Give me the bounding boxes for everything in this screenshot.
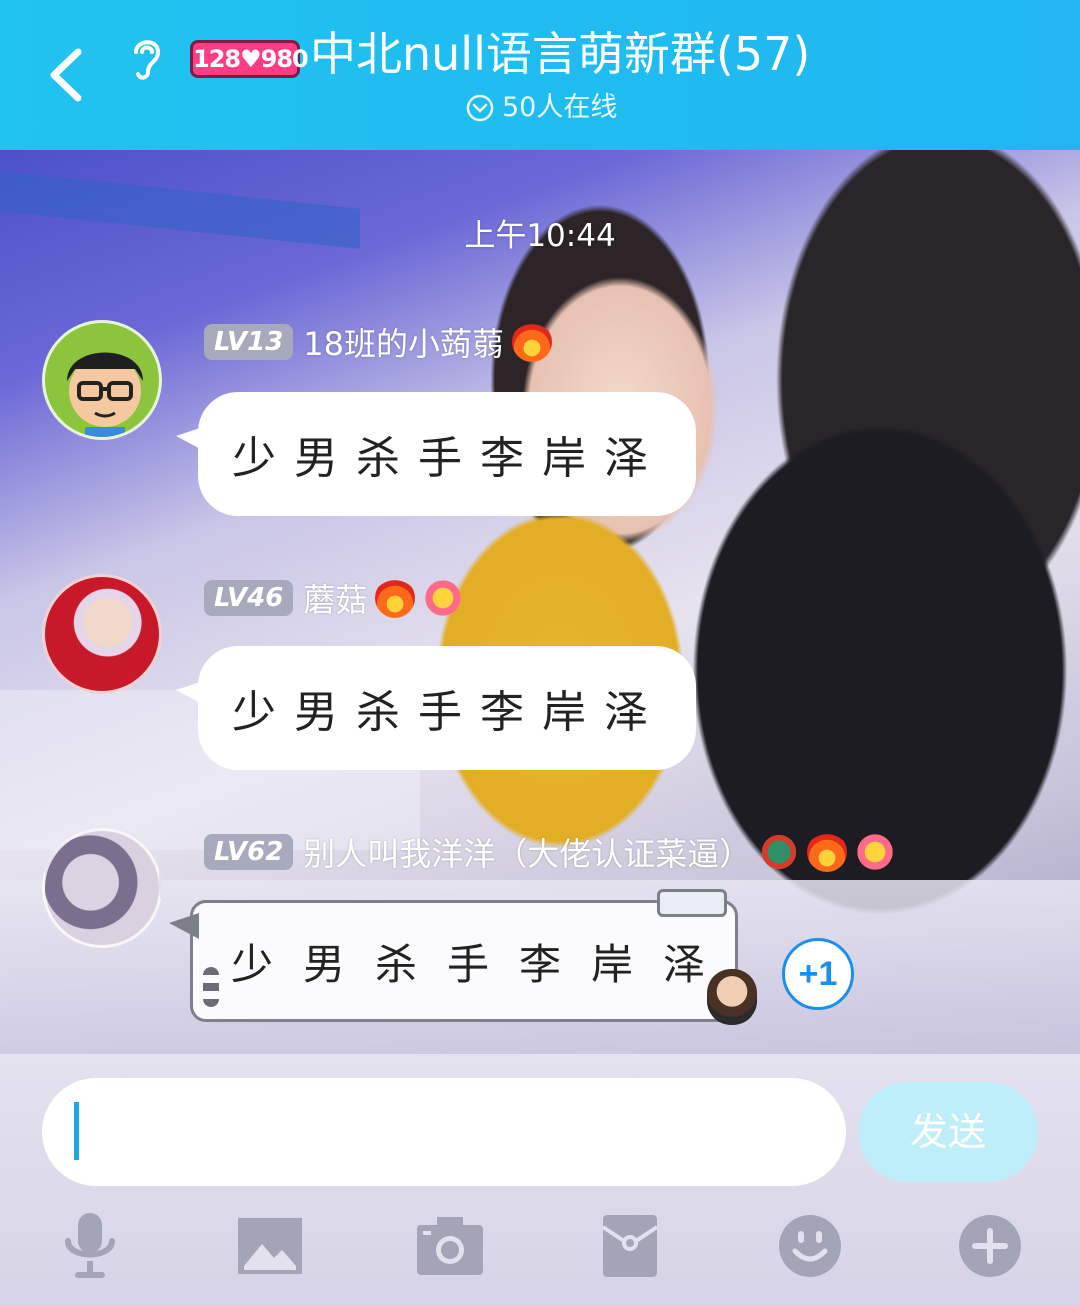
message-timestamp: 上午10:44 — [464, 218, 616, 254]
chat-message-list[interactable]: 上午10:44 LV13 18班的小蒟蒻 少男杀手李岸泽 LV46 蘑菇 少男杀… — [0, 150, 1080, 1054]
message-meta: LV46 蘑菇 — [204, 575, 464, 621]
sender-name[interactable]: 18班的小蒟蒻 — [303, 319, 504, 365]
microphone-icon — [65, 1213, 115, 1278]
emoji-icon — [779, 1215, 841, 1277]
fire-icon — [807, 832, 848, 872]
bubble-decoration — [657, 889, 727, 917]
camera-button[interactable] — [414, 1210, 486, 1282]
message-meta: LV13 18班的小蒟蒻 — [204, 319, 553, 365]
online-status[interactable]: 50人在线 — [466, 88, 617, 128]
ear-icon — [134, 40, 161, 80]
dragon-icon — [759, 832, 800, 872]
plus-icon — [959, 1215, 1021, 1277]
red-packet-button[interactable] — [594, 1210, 666, 1282]
plus-one-button[interactable]: +1 — [782, 938, 854, 1010]
message-bubble-themed[interactable]: 少男杀手李岸泽 — [169, 889, 757, 1025]
back-button[interactable] — [40, 42, 96, 108]
message-bubble[interactable]: 少男杀手李岸泽 — [176, 392, 696, 516]
camera-icon — [417, 1217, 483, 1275]
send-button[interactable]: 发送 — [858, 1082, 1038, 1182]
red-packet-icon — [601, 1215, 659, 1277]
cartoon-boy-avatar-icon — [67, 352, 143, 437]
level-badge: LV62 — [204, 834, 294, 870]
online-count-text: 50人在线 — [502, 92, 618, 123]
avatar[interactable] — [42, 320, 162, 440]
image-button[interactable] — [234, 1210, 306, 1282]
message-text: 少男杀手李岸泽 — [231, 939, 736, 989]
laughing-flower-icon — [855, 832, 896, 872]
voice-button[interactable] — [54, 1210, 126, 1282]
chevron-down-circle-icon — [466, 94, 494, 122]
message-input[interactable] — [42, 1078, 846, 1186]
emoji-button[interactable] — [774, 1210, 846, 1282]
sender-name[interactable]: 蘑菇 — [303, 575, 367, 621]
message-bubble[interactable]: 少男杀手李岸泽 — [176, 646, 696, 770]
bubble-character-icon — [707, 969, 757, 1025]
avatar[interactable] — [42, 574, 162, 694]
image-icon — [238, 1218, 302, 1274]
group-title[interactable]: 中北null语言萌新群(57) — [310, 22, 810, 86]
input-bar: 发送 — [0, 1054, 1080, 1306]
level-badge: LV13 — [204, 324, 294, 360]
bubble-decoration — [203, 967, 219, 1007]
fire-icon — [375, 578, 416, 618]
level-badge: LV46 — [204, 580, 294, 616]
message-meta: LV62 别人叫我洋洋（大佬认证菜逼） — [204, 829, 896, 875]
sender-name[interactable]: 别人叫我洋洋（大佬认证菜逼） — [303, 829, 751, 875]
chat-header: 128♥980 中北null语言萌新群(57) 50人在线 — [0, 0, 1080, 150]
chevron-left-icon — [50, 48, 82, 102]
avatar[interactable] — [42, 828, 162, 948]
earpiece-mode-button[interactable] — [126, 34, 168, 82]
group-badge-logo: 128♥980 — [190, 40, 309, 78]
fire-icon — [512, 322, 553, 362]
input-toolbar — [0, 1204, 1080, 1294]
text-caret — [74, 1102, 79, 1160]
more-button[interactable] — [954, 1210, 1026, 1282]
laughing-flower-icon — [423, 578, 464, 618]
